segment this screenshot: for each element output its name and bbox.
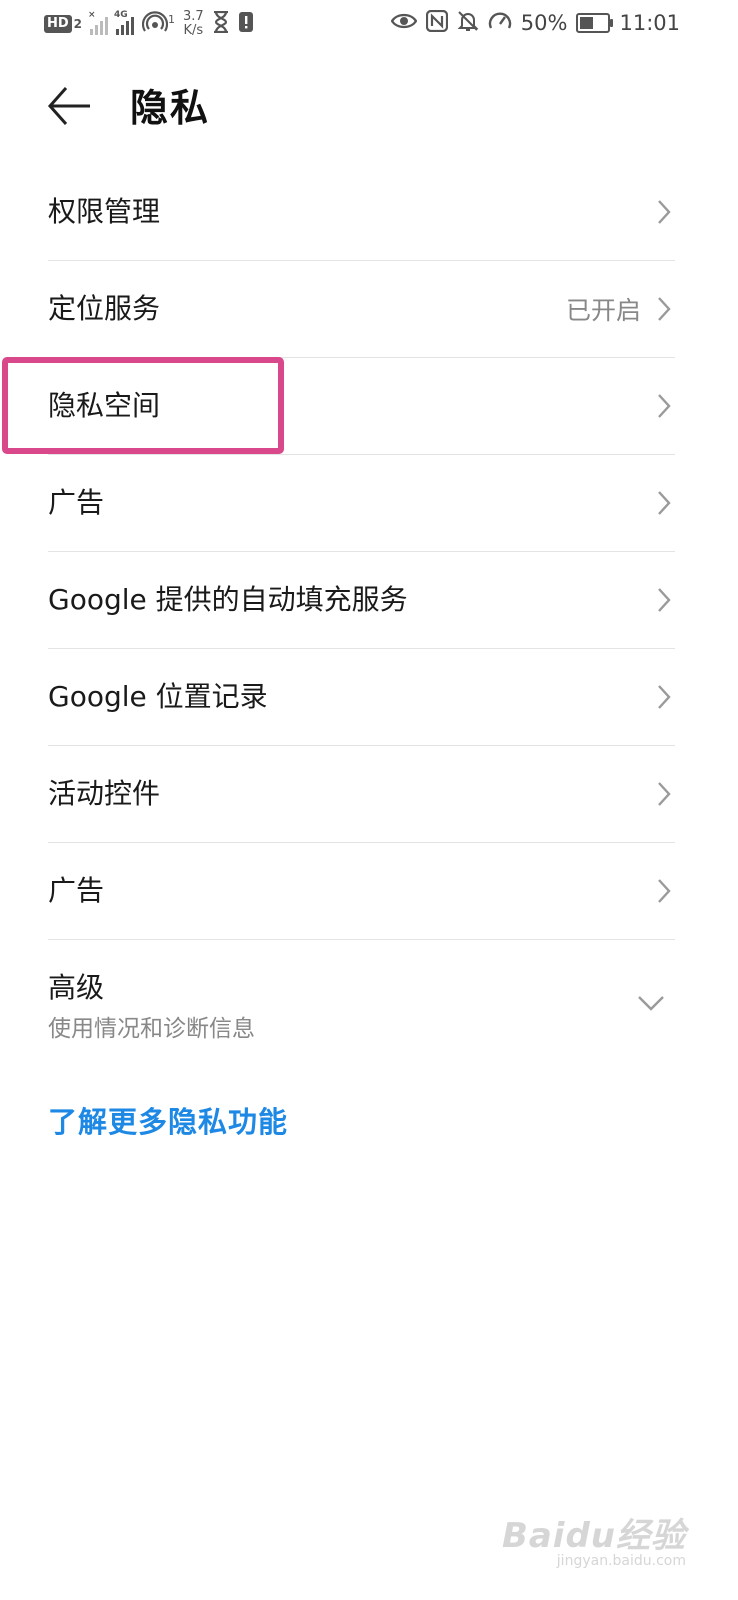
list-item-permission-management[interactable]: 权限管理 — [48, 164, 675, 261]
list-item-value: 已开启 — [565, 296, 641, 325]
list-item-label: 广告 — [48, 486, 105, 519]
chevron-right-icon — [658, 394, 671, 418]
status-left: HD 2 × 4G 1 3.7 K/s — [44, 10, 254, 38]
list-item-google-location-history[interactable]: Google 位置记录 — [48, 649, 675, 746]
list-item-label: Google 提供的自动填充服务 — [48, 583, 408, 616]
chevron-right-icon — [658, 782, 671, 806]
mute-icon — [457, 10, 479, 36]
speed-icon — [488, 10, 512, 36]
hourglass-icon — [212, 10, 230, 37]
signal-4g-icon: 4G — [114, 10, 135, 35]
settings-list: 权限管理 定位服务 已开启 隐私空间 广告 Google 提供的自动填充服务 Google … — [48, 164, 675, 1066]
list-item-activity-controls[interactable]: 活动控件 — [48, 746, 675, 843]
list-item-label: Google 位置记录 — [48, 680, 268, 713]
signal-x-mark: × — [88, 10, 96, 20]
chevron-down-icon — [638, 996, 664, 1011]
list-item-label: 定位服务 — [48, 292, 161, 325]
list-item-ads[interactable]: 广告 — [48, 455, 675, 552]
list-item-advanced[interactable]: 高级使用情况和诊断信息 — [48, 940, 675, 1066]
chevron-right-icon — [658, 879, 671, 903]
chevron-right-icon — [658, 297, 671, 321]
watermark-text: Baidu经验 — [501, 1516, 686, 1556]
back-arrow-icon[interactable] — [46, 84, 98, 132]
eye-icon — [390, 11, 418, 35]
hotspot-icon — [141, 11, 169, 37]
chevron-right-icon — [658, 685, 671, 709]
hotspot-count: 1 — [168, 12, 176, 26]
app-header: 隐私 — [0, 70, 738, 150]
list-item-location-service[interactable]: 定位服务 已开启 — [48, 261, 675, 358]
status-bar: HD 2 × 4G 1 3.7 K/s 50% 11:01 — [0, 0, 738, 52]
list-item-label: 权限管理 — [48, 195, 161, 228]
alert-icon — [238, 11, 254, 37]
net-speed-value: 3.7 — [183, 9, 204, 24]
net-speed-unit: K/s — [183, 23, 204, 38]
baidu-watermark: Baidu经验 jingyan.baidu.com — [502, 1508, 686, 1569]
list-item-google-autofill[interactable]: Google 提供的自动填充服务 — [48, 552, 675, 649]
battery-icon — [576, 13, 614, 33]
signal-x-icon: × — [88, 10, 109, 35]
list-item-label: 活动控件 — [48, 777, 161, 810]
nfc-icon — [425, 9, 448, 36]
chevron-right-icon — [658, 491, 671, 515]
learn-more-privacy-link[interactable]: 了解更多隐私功能 — [48, 1100, 288, 1144]
hd-sim-number: 2 — [73, 17, 83, 31]
clock: 11:01 — [619, 11, 680, 35]
chevron-right-icon — [658, 200, 671, 224]
hd-icon: HD 2 — [44, 15, 82, 33]
network-type-label: 4G — [114, 10, 128, 20]
page-title: 隐私 — [130, 86, 211, 130]
status-right: 50% 11:01 — [390, 9, 680, 36]
net-speed: 3.7 K/s — [183, 10, 204, 38]
highlight-box — [2, 357, 284, 454]
chevron-right-icon — [658, 588, 671, 612]
advanced-title: 高级 — [48, 971, 105, 1004]
battery-percent: 50% — [520, 11, 568, 35]
hd-label: HD — [44, 15, 72, 33]
list-item-ads-2[interactable]: 广告 — [48, 843, 675, 940]
advanced-subtitle: 使用情况和诊断信息 — [48, 1016, 255, 1042]
list-item-label: 广告 — [48, 874, 105, 907]
